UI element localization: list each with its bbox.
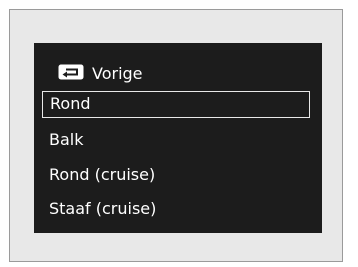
menu-screen: Vorige Rond Balk Rond (cruise) Staaf (cr…: [34, 43, 322, 233]
menu-item-rond-cruise[interactable]: Rond (cruise): [42, 161, 310, 188]
menu-item-rond[interactable]: Rond: [42, 91, 310, 118]
menu-item-staaf-cruise[interactable]: Staaf (cruise): [42, 195, 310, 222]
menu-item-balk[interactable]: Balk: [42, 126, 310, 153]
back-label: Vorige: [92, 64, 143, 83]
back-arrow-icon: [58, 64, 84, 80]
back-button[interactable]: Vorige: [42, 59, 310, 86]
